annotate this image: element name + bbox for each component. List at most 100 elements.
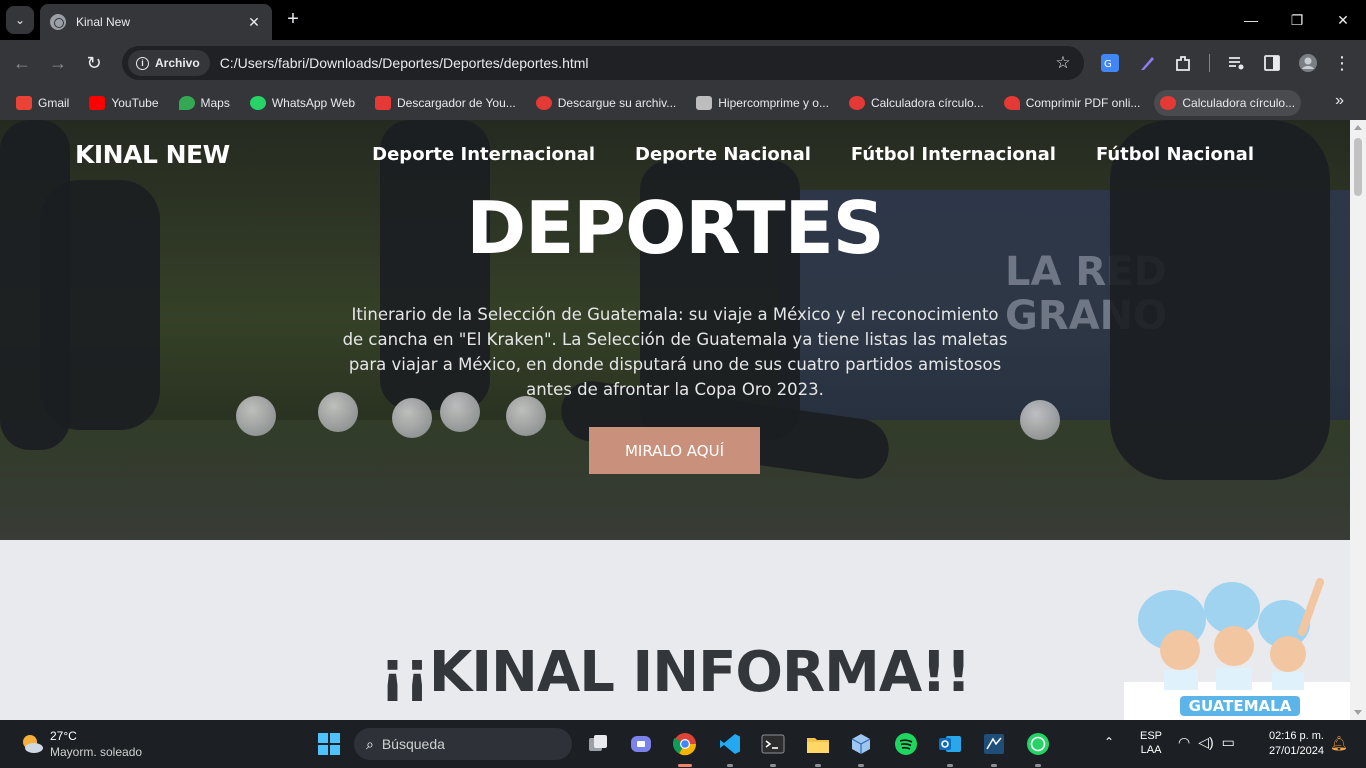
heart-icon: [1003, 96, 1020, 110]
bookmark-label: Calculadora círculo...: [1182, 96, 1296, 110]
site-info-chip[interactable]: i Archivo: [128, 50, 210, 76]
bookmark-calculadora-2[interactable]: Calculadora círculo...: [1154, 90, 1302, 116]
scroll-down-icon[interactable]: [1354, 710, 1362, 715]
bookmark-whatsapp[interactable]: WhatsApp Web: [244, 90, 361, 116]
side-panel-icon[interactable]: [1262, 53, 1282, 73]
windows-taskbar: 27°C Mayorm. soleado ⌕ Búsqueda ⌃ ESP LA…: [0, 720, 1366, 768]
address-bar[interactable]: i Archivo C:/Users/fabri/Downloads/Depor…: [122, 46, 1084, 80]
bookmarks-overflow-button[interactable]: »: [1335, 92, 1344, 110]
minimize-button[interactable]: —: [1228, 0, 1274, 40]
info-icon: i: [136, 56, 149, 70]
reload-button[interactable]: ↻: [82, 51, 106, 75]
bookmark-comprimir-pdf[interactable]: Comprimir PDF onli...: [998, 90, 1147, 116]
bookmark-hipercomprime[interactable]: Hipercomprime y o...: [690, 90, 835, 116]
miralo-aqui-button[interactable]: MIRALO AQUÍ: [589, 427, 760, 474]
main-nav: Deporte Internacional Deporte Nacional F…: [372, 144, 1254, 165]
tab-close-icon[interactable]: ✕: [246, 14, 262, 31]
scrollbar-thumb[interactable]: [1354, 138, 1362, 196]
chrome-icon[interactable]: [673, 732, 697, 756]
nav-futbol-internacional[interactable]: Fútbol Internacional: [851, 144, 1056, 165]
gmail-icon: [16, 96, 32, 110]
vscode-icon[interactable]: [718, 732, 742, 756]
nav-deporte-internacional[interactable]: Deporte Internacional: [372, 144, 595, 165]
whatsapp-desktop-icon[interactable]: [1026, 732, 1050, 756]
close-window-button[interactable]: ✕: [1320, 0, 1366, 40]
convert-icon: [535, 96, 552, 110]
new-tab-button[interactable]: +: [282, 8, 304, 30]
site-info-label: Archivo: [155, 56, 200, 70]
tab-search-button[interactable]: ⌄: [6, 6, 34, 34]
bookmark-star-icon[interactable]: ☆: [1048, 53, 1078, 73]
taskbar-search[interactable]: ⌕ Búsqueda: [354, 728, 572, 760]
sql-tool-icon[interactable]: [982, 732, 1006, 756]
system-tray[interactable]: ◠ ◁) ▭: [1178, 734, 1235, 751]
spotify-icon[interactable]: [894, 732, 918, 756]
input-language[interactable]: ESP LAA: [1140, 729, 1162, 757]
bookmark-label: WhatsApp Web: [271, 96, 355, 110]
mascot-banner-text: GUATEMALA: [1189, 697, 1292, 715]
toolbar-divider: [1209, 54, 1210, 72]
back-arrow-icon: ←: [13, 53, 31, 73]
bookmark-maps[interactable]: Maps: [173, 90, 236, 116]
bookmark-youtube-downloader[interactable]: Descargador de You...: [369, 90, 522, 116]
back-button[interactable]: ←: [10, 51, 34, 75]
bookmark-youtube[interactable]: YouTube: [83, 90, 164, 116]
browser-menu-button[interactable]: ⋮: [1330, 51, 1354, 75]
system-clock[interactable]: 02:16 p. m. 27/01/2024: [1256, 729, 1324, 759]
hero-bg-ball: [1020, 400, 1060, 440]
forward-arrow-icon: →: [49, 53, 67, 73]
bookmark-label: YouTube: [111, 96, 159, 110]
input-language-code: ESP: [1140, 730, 1163, 742]
calculator-icon: [848, 96, 865, 110]
page-scrollbar[interactable]: [1350, 120, 1366, 720]
hero-bg-ball: [506, 396, 546, 436]
show-hidden-icons-button[interactable]: ⌃: [1104, 735, 1114, 749]
outlook-icon[interactable]: [938, 732, 962, 756]
windows-start-icon[interactable]: [317, 732, 341, 756]
calculator-icon: [1160, 96, 1177, 110]
task-view-icon[interactable]: [586, 732, 610, 756]
battery-icon[interactable]: ▭: [1222, 734, 1235, 751]
hero-title: DEPORTES: [466, 186, 884, 270]
hero-bg-ball: [392, 398, 432, 438]
site-logo[interactable]: KINAL NEW: [75, 140, 230, 169]
weather-partly-sunny-icon[interactable]: [20, 732, 44, 756]
volume-icon[interactable]: ◁): [1198, 734, 1213, 751]
tab-kinal-new[interactable]: Kinal New ✕: [40, 4, 272, 40]
bookmarks-bar: Gmail YouTube Maps WhatsApp Web Descarga…: [0, 86, 1366, 120]
scroll-up-icon[interactable]: [1354, 125, 1362, 130]
guatemala-fans-image: GUATEMALA: [1124, 578, 1350, 720]
file-explorer-icon[interactable]: [806, 732, 830, 756]
bookmark-label: Comprimir PDF onli...: [1025, 96, 1141, 110]
nav-futbol-nacional[interactable]: Fútbol Nacional: [1096, 144, 1254, 165]
url-text[interactable]: C:/Users/fabri/Downloads/Deportes/Deport…: [220, 55, 1048, 71]
media-queue-icon[interactable]: [1226, 53, 1246, 73]
extensions-puzzle-icon[interactable]: [1173, 53, 1193, 73]
youtube-icon: [89, 96, 106, 110]
virtualbox-icon[interactable]: [849, 732, 873, 756]
forward-button[interactable]: →: [46, 51, 70, 75]
google-translate-icon[interactable]: G: [1100, 53, 1120, 73]
terminal-icon[interactable]: [761, 732, 785, 756]
vscode-running-indicator: [727, 764, 733, 767]
quill-extension-icon[interactable]: [1137, 53, 1157, 73]
bookmark-calculadora-1[interactable]: Calculadora círculo...: [843, 90, 990, 116]
bookmark-label: Hipercomprime y o...: [718, 96, 829, 110]
bookmark-label: Gmail: [38, 96, 70, 110]
profile-avatar[interactable]: [1298, 53, 1318, 73]
maximize-button[interactable]: ❐: [1274, 0, 1320, 40]
svg-text:G: G: [1104, 59, 1112, 70]
whatsapp-icon: [249, 96, 266, 110]
bookmark-file-converter[interactable]: Descargue su archiv...: [530, 90, 683, 116]
weather-temperature[interactable]: 27°C: [50, 729, 77, 743]
explorer-running-indicator: [815, 764, 821, 767]
clock-time: 02:16 p. m.: [1268, 730, 1324, 742]
wifi-icon[interactable]: ◠: [1178, 734, 1190, 751]
weather-summary[interactable]: Mayorm. soleado: [50, 745, 142, 759]
nav-deporte-nacional[interactable]: Deporte Nacional: [635, 144, 811, 165]
kebab-menu-icon: ⋮: [1333, 53, 1351, 73]
bookmark-gmail[interactable]: Gmail: [10, 90, 75, 116]
teams-chat-icon[interactable]: [629, 732, 653, 756]
notification-bell-icon[interactable]: 🔔︎: [1330, 735, 1348, 752]
maps-icon: [178, 96, 195, 110]
